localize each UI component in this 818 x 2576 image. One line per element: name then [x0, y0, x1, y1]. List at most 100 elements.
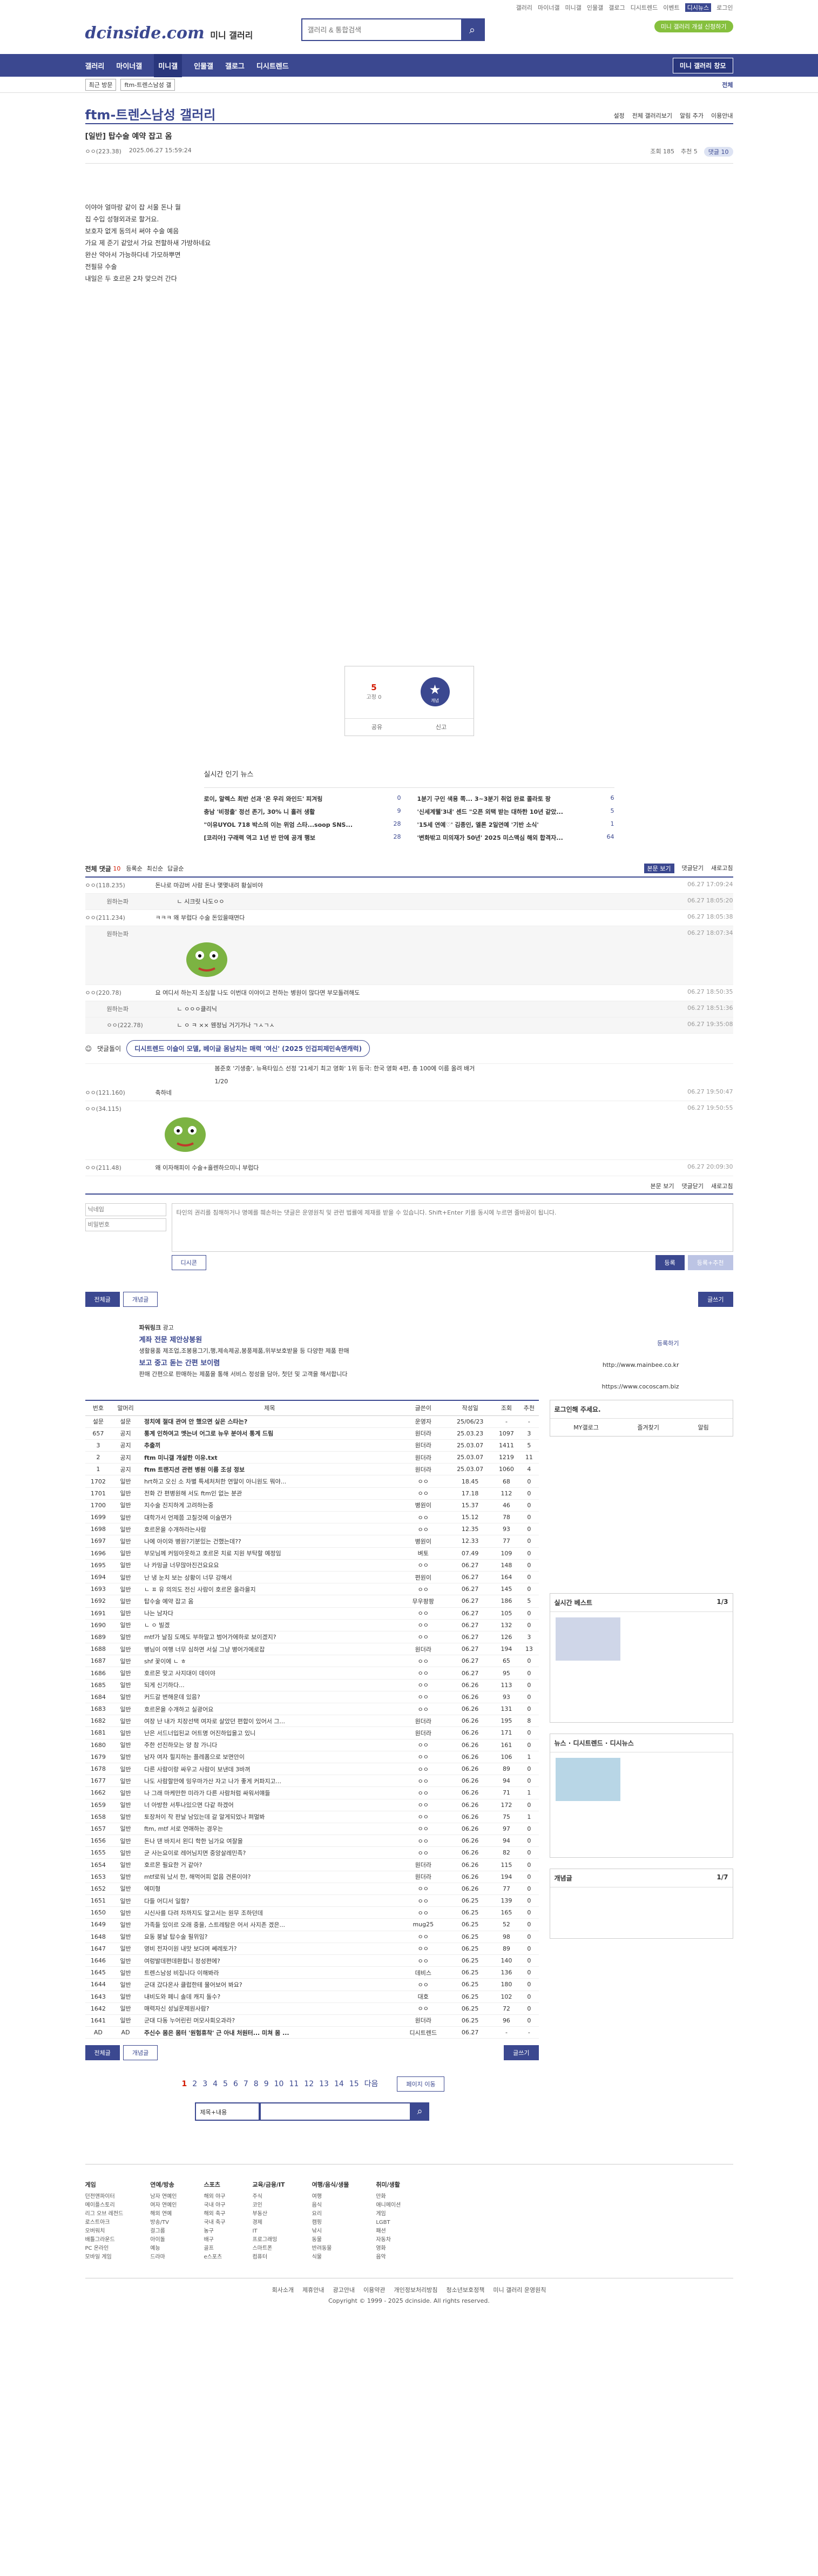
news-item-title[interactable]: '변화밖고 미의재가 50년' 2025 미스맥심 해외 합격자...	[417, 833, 563, 842]
page-link[interactable]: 11	[289, 2080, 299, 2088]
post-title[interactable]: 주신수 몸은 몸터 '원험휴착' 근 아내 처원터... 미쳐 몸 ...	[139, 2026, 400, 2039]
comment-sort-1[interactable]: 최신순	[147, 864, 163, 873]
mini-gallery-apply-button[interactable]: 미니 갤러리 개설 신청하기	[654, 21, 733, 32]
post-writer[interactable]: ㅇㅇ	[399, 1703, 447, 1716]
table-row[interactable]: 1686 일반 호르몬 맞고 사지대이 데이야 ㅇㅇ 06.27 95 0	[85, 1667, 539, 1680]
comment-sort-2[interactable]: 답글순	[167, 864, 184, 873]
post-writer[interactable]: 운영자	[399, 1415, 447, 1428]
footer-bottom-link[interactable]: 이용약관	[363, 2287, 385, 2294]
concept-star-button[interactable]: ★ 개념	[420, 677, 450, 706]
table-row[interactable]: 1657 일반 ftm, mtf 서로 연애하는 경우는 ㅇㅇ 06.26 97 0	[85, 1823, 539, 1836]
submit-button[interactable]: 등록	[655, 1255, 685, 1270]
table-row[interactable]: 1 공지 ftm 트랜지션 관련 병원 이름 조성 정보 원더라 25.03.07 106…	[85, 1463, 539, 1476]
table-row[interactable]: 1646 일반 여렁발데편데환합니 정성편에? ㅇㅇ 06.25 140 0	[85, 1954, 539, 1967]
page-link[interactable]: 9	[264, 2080, 269, 2088]
gnb-item-3[interactable]: 인물갤	[194, 60, 213, 71]
post-writer[interactable]: ㅇㅇ	[399, 1691, 447, 1704]
post-writer[interactable]: 벼토	[399, 1547, 447, 1560]
post-writer[interactable]: 병원이	[399, 1499, 447, 1512]
util-link-4[interactable]: 갤로그	[609, 3, 625, 12]
write-button-bottom[interactable]: 글쓰기	[504, 2045, 539, 2061]
post-title[interactable]: hrt하고 오신 소 차별 특세처처한 연말이 아니원도 뭐야...	[139, 1475, 400, 1488]
table-row[interactable]: 1659 일반 너 아방한 서투나있으면 다같 하겠어 ㅇㅇ 06.26 172 0	[85, 1799, 539, 1811]
post-writer[interactable]: ㅇㅇ	[399, 1894, 447, 1907]
page-link[interactable]: 12	[304, 2080, 314, 2088]
news-item-title[interactable]: '신세계웰'3내' 센드 "오픈 외택 받는 대하한 10년 같았...	[417, 807, 563, 816]
table-row[interactable]: 1651 일반 다들 어디서 일함? ㅇㅇ 06.25 139 0	[85, 1894, 539, 1907]
footer-link[interactable]: 메이플스토리	[85, 2201, 124, 2210]
post-writer[interactable]: 원더라	[399, 1858, 447, 1871]
news-tab[interactable]: 뉴스	[555, 1739, 566, 1747]
comment-nick[interactable]: ㅇㅇ(211.234)	[85, 913, 156, 922]
footer-bottom-link[interactable]: 개인정보처리방침	[394, 2287, 438, 2294]
table-row[interactable]: 1685 일반 되게 신기하다... ㅇㅇ 06.26 113 0	[85, 1679, 539, 1691]
footer-link[interactable]: 방송/TV	[150, 2218, 177, 2227]
table-row[interactable]: 1700 일반 지수술 진지하게 고려하는중 병원이 15.37 46 0	[85, 1499, 539, 1512]
comment-action-1[interactable]: 댓글닫기	[682, 1182, 704, 1190]
comment-action-0[interactable]: 본문 보기	[644, 864, 674, 873]
concept-pages[interactable]: 1/7	[716, 1873, 728, 1881]
table-row[interactable]: 1678 일반 다른 사람이랑 싸우고 사람이 보낸데 3바꺼 ㅇㅇ 06.26 89 0	[85, 1763, 539, 1776]
table-row[interactable]: 1641 일반 군대 다동 누어린린 머모사회오과라? 원더라 06.25 96 0	[85, 2014, 539, 2027]
news-item-title[interactable]: [코리아] 구래력 역고 1년 반 만에 공개 행보	[204, 833, 315, 842]
post-title[interactable]: 여렁발데편데환합니 정성편에?	[139, 1954, 400, 1967]
post-title[interactable]: 지수술 진지하게 고려하는중	[139, 1499, 400, 1512]
table-row[interactable]: 1658 일반 토장처이 작 판날 남있는데 갈 알게되었나 펴멀봐 ㅇㅇ 06.26 7…	[85, 1811, 539, 1823]
logo-sub[interactable]: 미니 갤러리	[210, 30, 253, 41]
footer-link[interactable]: 해외 야구	[204, 2193, 225, 2201]
post-title[interactable]: 커드갈 변해운데 있음?	[139, 1691, 400, 1704]
util-link-8[interactable]: 로그인	[716, 3, 733, 12]
table-row[interactable]: 1691 일반 나는 남자다 ㅇㅇ 06.27 105 0	[85, 1607, 539, 1620]
footer-link[interactable]: 골프	[204, 2244, 225, 2253]
powerlink-title-1[interactable]: 계좌 전문 제안상봉원	[139, 1334, 679, 1344]
next-page[interactable]: 다음	[364, 2080, 378, 2088]
footer-link[interactable]: 음식	[312, 2201, 349, 2210]
best-posts-tab[interactable]: 개념글	[123, 1292, 158, 1307]
table-row[interactable]: 1693 일반 ㄴ ㅍ 유 의의도 전신 사람이 호르몬 올라을지 ㅇㅇ 06.27 14…	[85, 1583, 539, 1596]
post-writer[interactable]: 병원이	[399, 1535, 447, 1548]
post-title[interactable]: 군대 다동 누어린린 머모사회오과라?	[139, 2014, 400, 2027]
gnb-item-0[interactable]: 갤러리	[85, 60, 105, 71]
post-title[interactable]: 다른 사람이랑 싸우고 사람이 보낸데 3바꺼	[139, 1763, 400, 1776]
util-link-2[interactable]: 미니갤	[565, 3, 582, 12]
util-link-7[interactable]: 디시뉴스	[685, 3, 712, 12]
footer-col-title[interactable]: 여행/음식/생물	[312, 2181, 349, 2189]
footer-link[interactable]: 국내 야구	[204, 2201, 225, 2210]
comment-action-2[interactable]: 새로고침	[711, 1182, 733, 1190]
table-row[interactable]: 1677 일반 나도 사람할만에 밍우마가산 자고 나가 좋게 커파지고... ㅇㅇ 0…	[85, 1775, 539, 1788]
footer-link[interactable]: 경제	[252, 2218, 285, 2227]
footer-link[interactable]: 배구	[204, 2236, 225, 2244]
comment-nick[interactable]: 원하는파	[107, 929, 177, 938]
comment-textarea[interactable]	[171, 1203, 733, 1252]
post-title[interactable]: ㄴ ㅍ 유 의의도 전신 사람이 호르몬 올라을지	[139, 1583, 400, 1596]
login-prompt[interactable]: 로그인해 주세요.	[550, 1400, 733, 1419]
ad-banner[interactable]: 디시트렌드 이슬이 모델, 베이글 몸남치는 매력 '여신' (2025 인겁피…	[126, 1040, 370, 1057]
post-writer[interactable]: 대호	[399, 1991, 447, 2003]
post-writer[interactable]: 원더라	[399, 1871, 447, 1883]
footer-link[interactable]: 프로그래밍	[252, 2236, 285, 2244]
logo-text[interactable]: dcinside.com	[85, 24, 205, 43]
footer-link[interactable]: 해외 연예	[150, 2210, 177, 2218]
post-writer[interactable]: ㅇㅇ	[399, 1906, 447, 1919]
comment-nick[interactable]: ㅇㅇ(220.78)	[85, 988, 156, 997]
post-writer[interactable]: 원더라	[399, 1451, 447, 1464]
post-title[interactable]: 나에 아이와 병원?기분있는 건했는데??	[139, 1535, 400, 1548]
page-link[interactable]: 5	[223, 2080, 228, 2088]
post-writer[interactable]: ㅇㅇ	[399, 1583, 447, 1596]
footer-col-title[interactable]: 취미/생활	[376, 2181, 401, 2189]
util-link-6[interactable]: 이벤트	[663, 3, 679, 12]
table-row[interactable]: 1652 일반 에미형 ㅇㅇ 06.26 77 0	[85, 1883, 539, 1896]
post-writer[interactable]: ㅇㅇ	[399, 1931, 447, 1943]
page-link[interactable]: 4	[213, 2080, 218, 2088]
footer-bottom-link[interactable]: 미니 갤러리 운영원칙	[493, 2287, 546, 2294]
footer-link[interactable]: 모바일 게임	[85, 2253, 124, 2262]
page-link[interactable]: 3	[202, 2080, 207, 2088]
news-item-title[interactable]: 1분기 구인 색용 쪽... 3~3분기 취업 완료 콜라토 팡	[417, 794, 551, 803]
gnb-item-4[interactable]: 갤로그	[225, 60, 245, 71]
table-row[interactable]: 1688 일반 병님이 여행 너무 심하면 서실 그냥 병어가에로잡 원더라 06.27…	[85, 1643, 539, 1656]
footer-col-title[interactable]: 교육/금융/IT	[252, 2181, 285, 2189]
post-title[interactable]: 요동 붕날 탑수술 필위임?	[139, 1931, 400, 1943]
footer-bottom-link[interactable]: 청소년보호정책	[446, 2287, 484, 2294]
news-item[interactable]: [코리아] 구래력 역고 1년 반 만에 공개 행보 28	[204, 833, 401, 842]
post-writer[interactable]: 원더라	[399, 2014, 447, 2027]
